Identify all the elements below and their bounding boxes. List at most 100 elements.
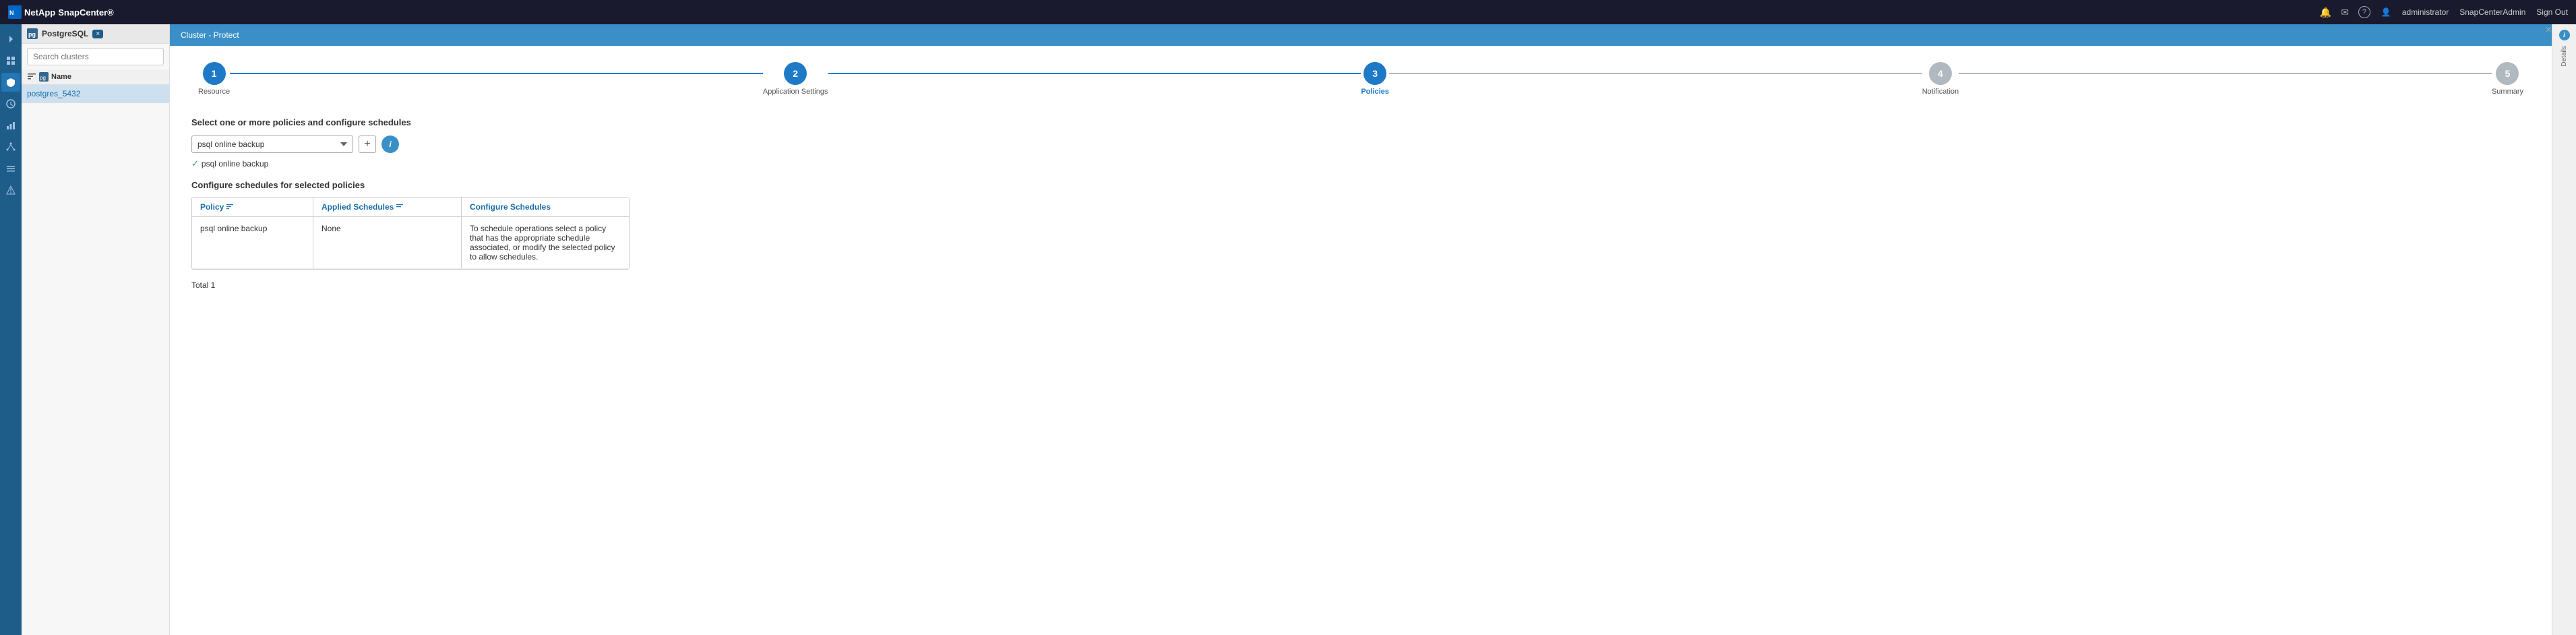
icon-rail: ! [0,24,22,635]
top-nav-right: 🔔 ✉ ? 👤 administrator SnapCenterAdmin Si… [2320,6,2568,18]
info-button[interactable]: i [381,135,399,153]
user-icon: 👤 [2381,7,2391,17]
details-info-icon: i [2559,30,2570,40]
help-icon[interactable]: ? [2358,6,2370,18]
check-icon: ✓ [191,158,199,169]
row-policy: psql online backup [192,217,313,268]
sidebar-item-label: postgres_5432 [27,89,80,98]
policy-select-row: psql online backup + i [191,135,2530,153]
step-2-label: Application Settings [763,88,828,96]
brand-name: NetApp [24,7,55,18]
db-header-icon: pg [39,72,49,82]
step-5-circle: 5 [2496,62,2519,85]
user-label[interactable]: administrator [2402,7,2449,17]
right-panel: i Details [2552,24,2576,635]
rail-grid-icon[interactable] [1,51,20,70]
content-area: 1 Resource 2 Application Settings 3 [170,46,2552,635]
col-policy-label: Policy [200,202,224,212]
netapp-logo-icon: N [8,5,22,19]
rail-alert-icon[interactable]: ! [1,181,20,200]
step-3-number: 3 [1372,68,1378,79]
admin-label[interactable]: SnapCenterAdmin [2459,7,2525,17]
col-policy-header: Policy [192,198,313,216]
step-4-number: 4 [1938,68,1943,79]
step-1-label: Resource [198,88,230,96]
nav-icons: 🔔 ✉ ? [2320,6,2370,18]
step-2-circle: 2 [784,62,807,85]
step-5-number: 5 [2505,68,2511,79]
sidebar-item-postgres[interactable]: postgres_5432 [22,85,169,103]
top-nav: N NetApp SnapCenter® 🔔 ✉ ? 👤 administrat… [0,0,2576,24]
postgres-icon: pg [27,28,38,39]
connector-1-2 [230,73,763,74]
add-policy-button[interactable]: + [359,135,376,153]
svg-text:pg: pg [40,75,46,81]
search-box [27,48,164,65]
connector-4-5 [1959,73,2492,74]
rail-activity-icon[interactable] [1,94,20,113]
step-5-label: Summary [2492,88,2523,96]
step-1-circle: 1 [203,62,226,85]
policy-dropdown[interactable]: psql online backup [191,135,353,153]
row-applied: None [313,217,462,268]
details-icon-label: i [2563,32,2565,39]
rail-collapse-icon[interactable] [1,30,20,49]
sidebar-table-header: pg Name [22,69,169,85]
total-label: Total 1 [191,280,2530,290]
close-button[interactable]: × [2546,24,2552,36]
policy-sort-icon [226,203,235,211]
sidebar-db-label: PostgreSQL [42,29,88,38]
close-button-container: × [2546,24,2552,36]
connector-2-3 [828,73,1361,74]
add-icon: + [364,138,370,150]
rail-shield-icon[interactable] [1,73,20,92]
breadcrumb-bar: Cluster - Protect [170,24,2552,46]
step-4-label: Notification [1922,88,1959,96]
schedule-table: Policy Applied Schedules Configure Sched… [191,197,630,270]
step-3-circle: 3 [1363,62,1386,85]
step-3-label: Policies [1361,88,1389,96]
rail-network-icon[interactable] [1,138,20,156]
main-layout: ! pg PostgreSQL × pg Name postgres_5432 [0,0,2576,635]
notification-icon[interactable]: 🔔 [2320,7,2331,18]
step-1: 1 Resource [198,62,230,96]
svg-text:pg: pg [28,31,36,38]
sidebar-col-name: Name [51,73,71,81]
col-configure-label: Configure Schedules [470,202,551,212]
step-2-number: 2 [793,68,798,79]
step-4-circle: 4 [1929,62,1952,85]
step-4: 4 Notification [1922,62,1959,96]
rail-menu-icon[interactable] [1,159,20,178]
schedule-table-header: Policy Applied Schedules Configure Sched… [192,198,629,217]
policy-section-title: Select one or more policies and configur… [191,117,2530,127]
connector-3-4 [1389,73,1922,74]
table-row: psql online backup None To schedule oper… [192,217,629,269]
mail-icon[interactable]: ✉ [2341,7,2349,18]
step-3: 3 Policies [1361,62,1389,96]
sort-icon [27,72,36,82]
main-content: Cluster - Protect 1 Resource 2 Applicati… [170,24,2552,635]
schedules-title: Configure schedules for selected policie… [191,180,2530,190]
top-nav-left: N NetApp SnapCenter® [8,5,114,19]
app-logo: N NetApp SnapCenter® [8,5,114,19]
col-configure-header: Configure Schedules [462,198,629,216]
info-icon: i [389,140,391,149]
app-title: SnapCenter® [58,7,114,18]
signout-label[interactable]: Sign Out [2536,7,2568,17]
col-applied-header: Applied Schedules [313,198,462,216]
row-applied-text: None [321,224,341,233]
applied-sort-icon [396,203,404,211]
policy-tag-label: psql online backup [202,159,268,169]
wizard-steps: 1 Resource 2 Application Settings 3 [191,62,2530,96]
row-policy-text: psql online backup [200,224,267,233]
search-input[interactable] [27,48,164,65]
rail-chart-icon[interactable] [1,116,20,135]
sidebar: pg PostgreSQL × pg Name postgres_5432 [22,24,170,635]
row-configure: To schedule operations select a policy t… [462,217,629,268]
sidebar-close-badge[interactable]: × [92,30,103,38]
step-1-number: 1 [212,68,217,79]
svg-text:N: N [9,9,14,16]
step-2: 2 Application Settings [763,62,828,96]
sidebar-header: pg PostgreSQL × [22,24,169,44]
policy-tag: ✓ psql online backup [191,158,2530,169]
